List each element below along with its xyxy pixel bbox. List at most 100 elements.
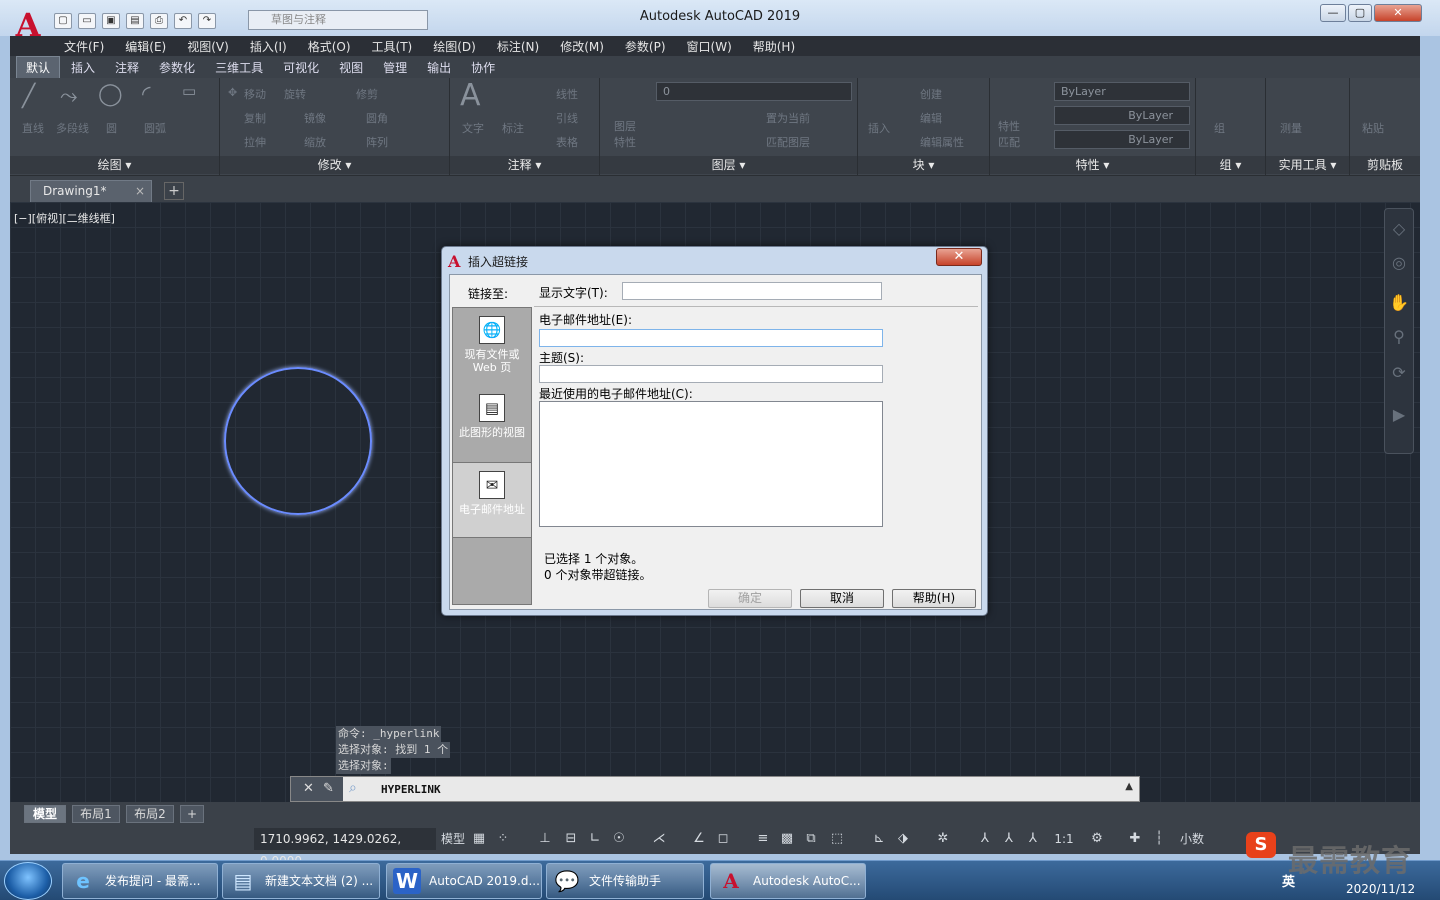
taskbar-notepad[interactable]: ▤ 新建文本文档 (2) ... <box>222 863 380 899</box>
tab-insert[interactable]: 插入 <box>62 57 104 78</box>
close-window-button[interactable]: ✕ <box>1374 4 1422 22</box>
tab-collaborate[interactable]: 协作 <box>462 57 504 78</box>
tab-manage[interactable]: 管理 <box>374 57 416 78</box>
tool-edit-attributes[interactable]: 编辑属性 <box>920 134 964 150</box>
link-view-of-drawing[interactable]: ▤ 此图形的视图 <box>453 386 531 462</box>
command-input[interactable]: HYPERLINK <box>381 783 441 796</box>
gear-icon[interactable]: ⚙ <box>1088 830 1106 848</box>
annotation-visibility-icon[interactable]: ✲ <box>934 830 952 848</box>
tool-copy[interactable]: 复制 <box>244 110 266 126</box>
menu-help[interactable]: 帮助(H) <box>753 38 808 55</box>
tool-rotate[interactable]: 旋转 <box>284 86 306 102</box>
doc-tab-close-icon[interactable]: × <box>135 181 145 201</box>
units-select[interactable]: 小数 <box>1172 830 1212 848</box>
panel-label-utilities[interactable]: 实用工具 ▾ <box>1266 156 1349 174</box>
menu-draw[interactable]: 绘图(D) <box>433 38 489 55</box>
model-space-button[interactable]: 模型 <box>438 830 468 848</box>
minimize-button[interactable]: — <box>1320 4 1346 22</box>
command-line-handle[interactable]: ✕ ✎ <box>291 777 343 801</box>
tool-set-current[interactable]: 置为当前 <box>766 110 810 126</box>
tool-linear[interactable]: 线性 <box>556 86 578 102</box>
panel-label-modify[interactable]: 修改 ▾ <box>220 156 449 174</box>
taskbar-ie[interactable]: e 发布提问 - 最需... <box>62 863 218 899</box>
doc-tab-drawing1[interactable]: Drawing1* × <box>30 180 152 202</box>
email-input[interactable] <box>539 329 883 347</box>
polyline-icon[interactable]: ⤳ <box>60 84 78 109</box>
menu-window[interactable]: 窗口(W) <box>687 38 745 55</box>
3d-osnap-icon[interactable]: ⬚ <box>828 830 846 848</box>
panel-label-properties[interactable]: 特性 ▾ <box>990 156 1195 174</box>
sogou-ime-icon[interactable]: S <box>1246 832 1276 858</box>
snap-icon[interactable]: ⁘ <box>494 830 512 848</box>
showmotion-icon[interactable]: ▶ <box>1389 405 1409 425</box>
tool-insert[interactable]: 插入 <box>868 120 890 136</box>
command-search-icon[interactable]: ⌕ <box>349 780 357 796</box>
menu-edit[interactable]: 编辑(E) <box>125 38 179 55</box>
annotation-scale-icon[interactable]: ⅄ <box>976 830 994 848</box>
menu-modify[interactable]: 修改(M) <box>560 38 617 55</box>
menu-format[interactable]: 格式(O) <box>308 38 364 55</box>
object-snap-tracking-icon[interactable]: ∠ <box>690 830 708 848</box>
circle-icon[interactable]: ◯ <box>98 82 123 107</box>
taskbar-word[interactable]: W AutoCAD 2019.d... <box>386 863 542 899</box>
color-dropdown[interactable]: ByLayer <box>1054 82 1190 101</box>
tool-line[interactable]: 直线 <box>22 120 44 136</box>
dialog-close-button[interactable]: ✕ <box>936 248 982 266</box>
menu-file[interactable]: 文件(F) <box>64 38 117 55</box>
ucs-icon[interactable]: ⊾ <box>870 830 888 848</box>
taskbar-autocad[interactable]: A Autodesk AutoC... <box>710 863 866 899</box>
lineweight-icon[interactable]: ≡ <box>754 830 772 848</box>
tool-scale[interactable]: 缩放 <box>304 134 326 150</box>
tab-visualize[interactable]: 可视化 <box>274 57 328 78</box>
annotation-icon[interactable]: ⅄ <box>1024 830 1042 848</box>
ortho-icon[interactable]: ∟ <box>586 830 604 848</box>
lineweight-dropdown[interactable]: ByLayer <box>1054 130 1190 149</box>
tool-stretch[interactable]: 拉伸 <box>244 134 266 150</box>
panel-label-group[interactable]: 组 ▾ <box>1196 156 1265 174</box>
tab-3d-tools[interactable]: 三维工具 <box>206 57 272 78</box>
recent-emails-list[interactable] <box>539 401 883 527</box>
object-snap-icon[interactable]: ◻ <box>714 830 732 848</box>
tool-polyline[interactable]: 多段线 <box>56 120 89 136</box>
infer-constraints-icon[interactable]: ⊥ <box>536 830 554 848</box>
tool-table[interactable]: 表格 <box>556 134 578 150</box>
transparency-icon[interactable]: ▩ <box>778 830 796 848</box>
tool-text[interactable]: 文字 <box>462 120 484 136</box>
tab-model[interactable]: 模型 <box>24 805 66 823</box>
tool-mirror[interactable]: 镜像 <box>304 110 326 126</box>
steering-wheel-icon[interactable]: ◎ <box>1389 253 1409 273</box>
tool-layer-properties[interactable]: 图层特性 <box>614 118 642 150</box>
tool-edit[interactable]: 编辑 <box>920 110 942 126</box>
tool-move[interactable]: 移动 <box>244 86 266 102</box>
new-doc-tab-button[interactable]: + <box>164 182 184 200</box>
pan-icon[interactable]: ✋ <box>1389 293 1409 313</box>
menu-view[interactable]: 视图(V) <box>187 38 242 55</box>
linetype-dropdown[interactable]: ByLayer <box>1054 106 1190 125</box>
tool-dimension[interactable]: 标注 <box>502 120 524 136</box>
tool-paste[interactable]: 粘贴 <box>1362 120 1384 136</box>
tab-view[interactable]: 视图 <box>330 57 372 78</box>
start-button[interactable] <box>4 862 52 900</box>
taskbar-wechat[interactable]: 💬 文件传输助手 <box>546 863 704 899</box>
polar-icon[interactable]: ☉ <box>610 830 628 848</box>
auto-scale-icon[interactable]: ⅄ <box>1000 830 1018 848</box>
selection-cycling-icon[interactable]: ⧉ <box>802 830 820 848</box>
gizmo-icon[interactable]: ⬗ <box>894 830 912 848</box>
ok-button[interactable]: 确定 <box>708 589 792 608</box>
panel-label-draw[interactable]: 绘图 ▾ <box>10 156 219 174</box>
arc-icon[interactable]: ◜ <box>142 82 151 107</box>
tab-layout1[interactable]: 布局1 <box>72 805 120 823</box>
menu-parametric[interactable]: 参数(P) <box>625 38 679 55</box>
menu-insert[interactable]: 插入(I) <box>250 38 300 55</box>
viewcube-icon[interactable]: ◇ <box>1389 219 1409 239</box>
customize-icon[interactable]: ┆ <box>1150 830 1168 848</box>
tool-circle[interactable]: 圆 <box>106 120 117 136</box>
display-text-input[interactable] <box>622 282 882 300</box>
subject-input[interactable] <box>539 365 883 383</box>
isodraft-icon[interactable]: ⋌ <box>650 830 668 848</box>
tool-match-properties[interactable]: 特性匹配 <box>998 118 1026 150</box>
close-icon[interactable]: ✕ <box>303 781 314 796</box>
tab-annotate[interactable]: 注释 <box>106 57 148 78</box>
plus-icon[interactable]: ✚ <box>1126 830 1144 848</box>
rectangle-icon[interactable]: ▭ <box>182 82 196 100</box>
